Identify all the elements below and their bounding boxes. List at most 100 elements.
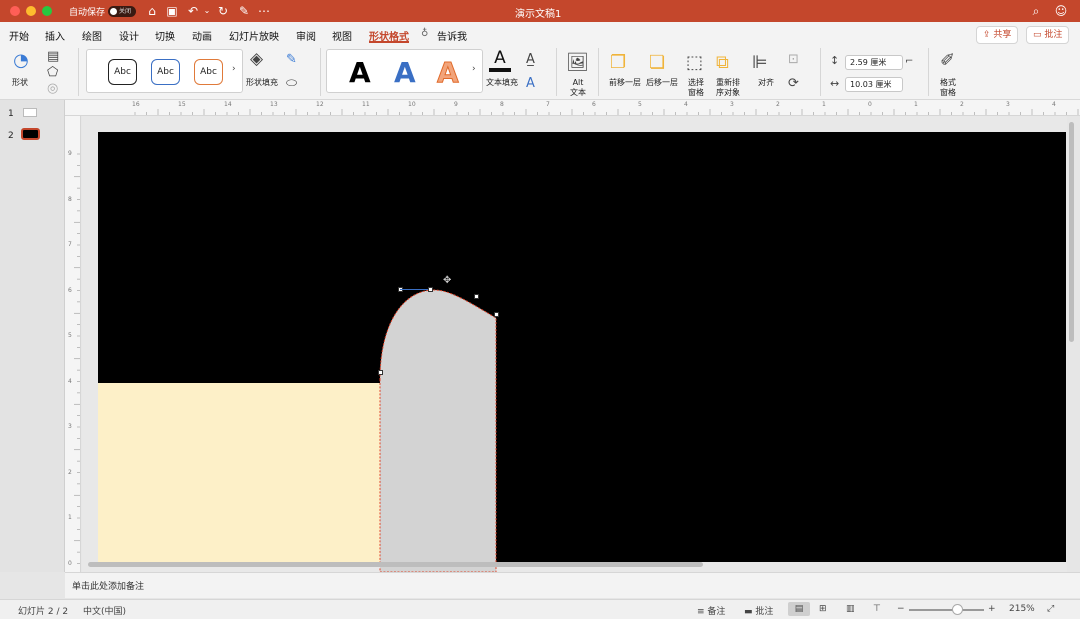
search-icon[interactable]: ⌕ [1028,3,1044,19]
ruler-label: 1 [822,101,826,108]
slide-thumbnail-2[interactable] [21,128,40,140]
selection-pane-icon[interactable]: ⬚ [686,52,703,73]
tab-design[interactable]: 设计 [119,28,139,43]
close-window-button[interactable] [10,6,20,16]
lock-aspect-icon[interactable]: ⌐ [905,56,913,67]
zoom-slider[interactable] [909,609,984,611]
tab-home[interactable]: 开始 [9,28,29,43]
edit-point-handle[interactable] [474,294,479,299]
format-pane-label: 格式 窗格 [940,78,956,97]
slide-thumbnails-panel: 1 2 [0,100,65,572]
tab-review[interactable]: 审阅 [296,28,316,43]
shape-style-3[interactable]: Abc [194,59,223,85]
tab-insert[interactable]: 插入 [45,28,65,43]
zoom-window-button[interactable] [42,6,52,16]
zoom-slider-thumb[interactable] [952,604,963,615]
ruler-label: 2 [68,468,72,476]
reading-view-icon[interactable]: ▥ [846,604,855,614]
edit-point-handle[interactable] [494,312,499,317]
align-icon[interactable]: ⊫ [752,52,768,73]
shape-outline-icon[interactable]: ✎ [286,52,297,67]
width-input[interactable]: 10.03 厘米 [845,77,903,92]
ruler-label: 8 [68,195,72,203]
notes-placeholder: 单击此处添加备注 [72,582,145,592]
tab-animations[interactable]: 动画 [192,28,212,43]
gallery-more-icon[interactable]: › [472,64,476,74]
ruler-label: 12 [316,101,324,108]
autosave-label: 自动保存 [69,8,106,18]
wordart-gallery: A A A › [326,49,483,93]
slide[interactable]: ✥ [98,132,1066,572]
selected-shape[interactable] [374,282,504,572]
tab-slideshow[interactable]: 幻灯片放映 [229,28,279,43]
comments-toggle[interactable]: ▬ 批注 [744,604,773,617]
edit-text-box-icon[interactable]: ▤ [47,49,59,64]
ruler-label: 14 [224,101,232,108]
autosave-toggle[interactable]: 关闭 [108,6,136,17]
language-indicator[interactable]: 中文(中国) [83,604,126,617]
text-fill-icon[interactable]: A [489,48,511,72]
undo-dropdown-icon[interactable]: ⌄ [199,3,215,19]
text-outline-icon[interactable]: A̲ [526,52,535,67]
rotate-icon[interactable]: ⟳ [788,76,799,91]
title-bar: 自动保存 关闭 ⌂ ▣ ↶ ⌄ ↻ ✎ ⋯ 演示文稿1 ⌕ ☺ [0,0,1080,22]
zoom-level[interactable]: 215% [1009,604,1035,614]
bezier-control-line [400,289,430,290]
account-icon[interactable]: ☺ [1053,3,1069,19]
tab-draw[interactable]: 绘图 [82,28,102,43]
wordart-style-1[interactable]: A [349,56,371,89]
notes-pane[interactable]: 单击此处添加备注 [65,572,1080,598]
ruler-label: 5 [638,101,642,108]
normal-view-icon[interactable]: ▤ [788,602,810,616]
shape-style-2[interactable]: Abc [151,59,180,85]
tab-transitions[interactable]: 切换 [155,28,175,43]
alt-text-icon[interactable]: 🖼 [566,52,589,73]
ribbon: ◔ 形状 ▤ ⬠ ◎ Abc Abc Abc › ◈ 形状填充 ✎ ⬭ A A … [0,44,1080,100]
shapes-icon[interactable]: ◔ [10,50,32,71]
cream-rectangle[interactable] [98,383,380,562]
more-icon[interactable]: ⋯ [256,3,272,19]
tab-tell-me[interactable]: 告诉我 [437,28,467,43]
gallery-more-icon[interactable]: › [232,64,236,74]
wordart-style-2[interactable]: A [394,56,416,89]
horizontal-ruler: 16 15 14 13 12 11 10 9 8 7 6 5 4 3 2 1 0 1 2 3 4 [65,100,1080,116]
shape-fill-icon[interactable]: ◈ [250,49,263,69]
wordart-style-3[interactable]: A [437,56,460,90]
send-backward-label: 后移一层 [646,78,678,87]
save-icon[interactable]: ▣ [164,3,180,19]
reorder-objects-icon[interactable]: ⧉ [716,52,729,73]
customize-icon[interactable]: ✎ [236,3,252,19]
ribbon-tabs: 开始 插入 绘图 设计 切换 动画 幻灯片放映 审阅 视图 形状格式 ♁ 告诉我… [0,22,1080,44]
redo-icon[interactable]: ↻ [215,3,231,19]
edit-shape-icon[interactable]: ⬠ [47,65,58,80]
send-backward-icon[interactable]: ❏ [649,52,665,73]
comment-button[interactable]: ▭ 批注 [1026,26,1070,44]
edit-point-handle[interactable] [428,287,433,292]
text-effects-icon[interactable]: A [526,76,535,91]
format-pane-icon[interactable]: ✐ [940,50,955,71]
tab-view[interactable]: 视图 [332,28,352,43]
slide-canvas[interactable]: ✥ [82,116,1067,572]
fit-to-window-icon[interactable]: ⤢ [1047,604,1054,614]
vertical-scrollbar[interactable] [1069,122,1074,342]
vertical-ruler-ticks [74,153,80,564]
bring-forward-icon[interactable]: ❐ [610,52,626,73]
lightbulb-icon: ♁ [421,28,429,39]
comments-icon: ▬ [744,607,756,617]
ruler-label: 4 [68,377,72,385]
slide-sorter-icon[interactable]: ⊞ [819,604,827,614]
slideshow-icon[interactable]: ⊤ [873,604,881,614]
share-icon: ⇪ [983,30,994,40]
edit-point-handle[interactable] [378,370,383,375]
zoom-in-icon[interactable]: + [988,604,996,614]
slide-thumbnail-1[interactable] [23,108,37,117]
share-button[interactable]: ⇪ 共享 [976,26,1019,44]
shape-style-1[interactable]: Abc [108,59,137,85]
horizontal-scrollbar[interactable] [88,562,703,567]
home-icon[interactable]: ⌂ [144,3,160,19]
minimize-window-button[interactable] [26,6,36,16]
zoom-out-icon[interactable]: − [897,604,905,614]
shape-effects-icon[interactable]: ⬭ [286,76,297,91]
notes-toggle[interactable]: ≡ 备注 [697,604,725,617]
height-input[interactable]: 2.59 厘米 [845,55,903,70]
